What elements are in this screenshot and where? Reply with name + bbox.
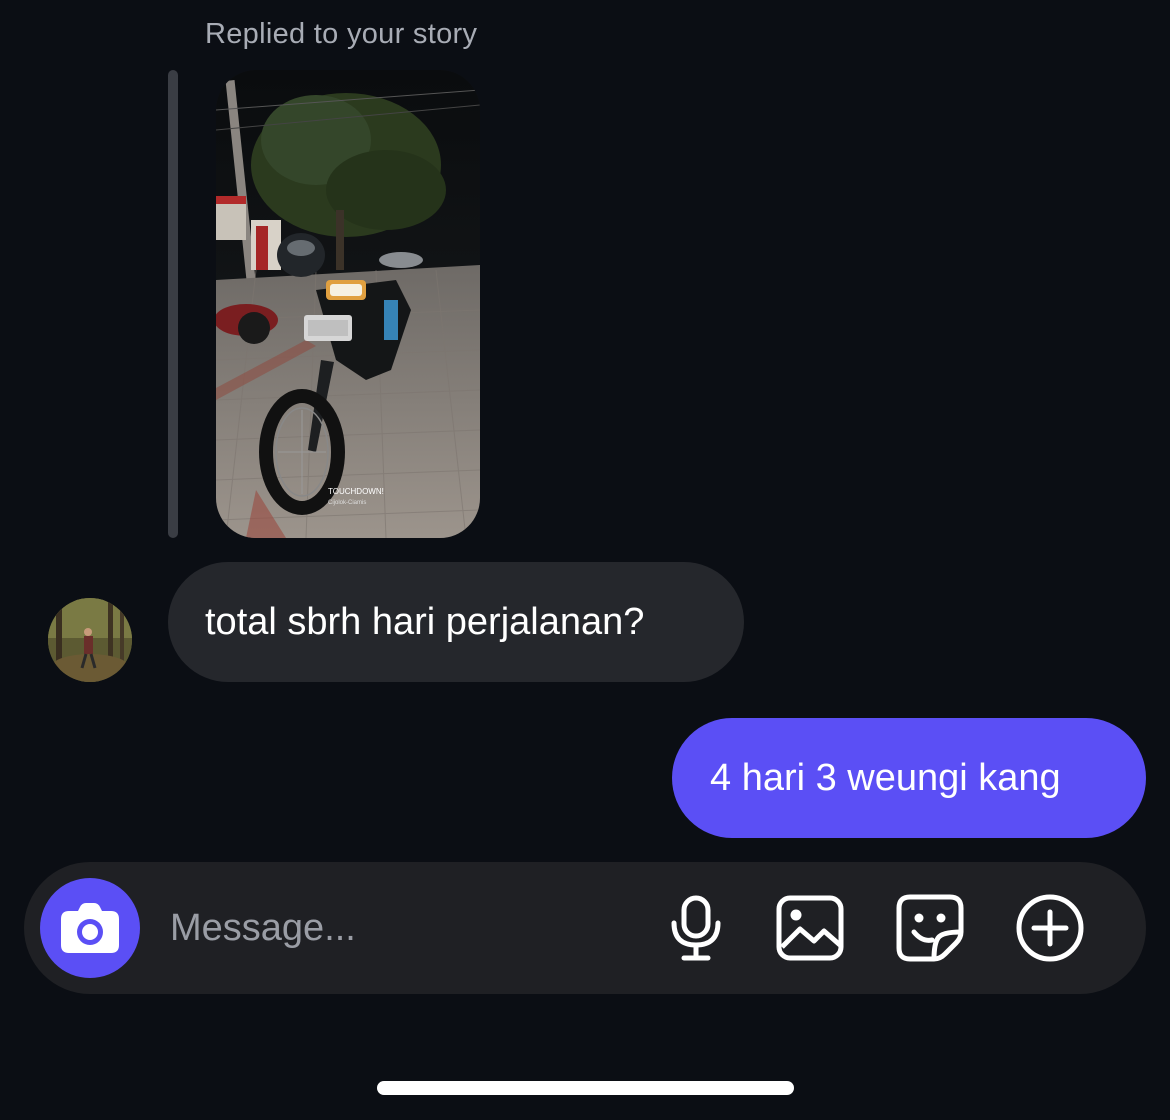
sticker-icon — [896, 894, 964, 962]
microphone-icon — [671, 895, 721, 961]
replied-to-story-label: Replied to your story — [205, 18, 478, 50]
sticker-button[interactable] — [894, 892, 966, 964]
home-indicator[interactable] — [377, 1081, 794, 1095]
more-button[interactable] — [1014, 892, 1086, 964]
image-icon — [776, 895, 844, 961]
story-watermark-subtitle: Cijolok-Ciamis — [328, 500, 366, 506]
camera-button[interactable] — [40, 878, 140, 978]
dm-thread: Replied to your story TOUCHDOWN! Cijolok… — [0, 0, 1170, 1120]
message-input[interactable] — [170, 898, 630, 958]
message-composer — [24, 862, 1146, 994]
outgoing-message-text: 4 hari 3 weungi kang — [710, 756, 1061, 799]
avatar-image — [48, 598, 132, 682]
reply-quote-bar — [168, 70, 178, 538]
sender-avatar[interactable] — [48, 598, 132, 682]
gallery-button[interactable] — [774, 892, 846, 964]
story-watermark-title: TOUCHDOWN! — [328, 487, 384, 496]
microphone-button[interactable] — [660, 892, 732, 964]
camera-icon — [61, 903, 119, 953]
outgoing-message-bubble[interactable]: 4 hari 3 weungi kang — [672, 718, 1146, 838]
incoming-message-bubble[interactable]: total sbrh hari perjalanan? — [168, 562, 744, 682]
story-thumbnail[interactable]: TOUCHDOWN! Cijolok-Ciamis — [216, 70, 480, 538]
plus-circle-icon — [1016, 894, 1084, 962]
story-image: TOUCHDOWN! Cijolok-Ciamis — [216, 70, 480, 538]
incoming-message-text: total sbrh hari perjalanan? — [205, 600, 645, 643]
